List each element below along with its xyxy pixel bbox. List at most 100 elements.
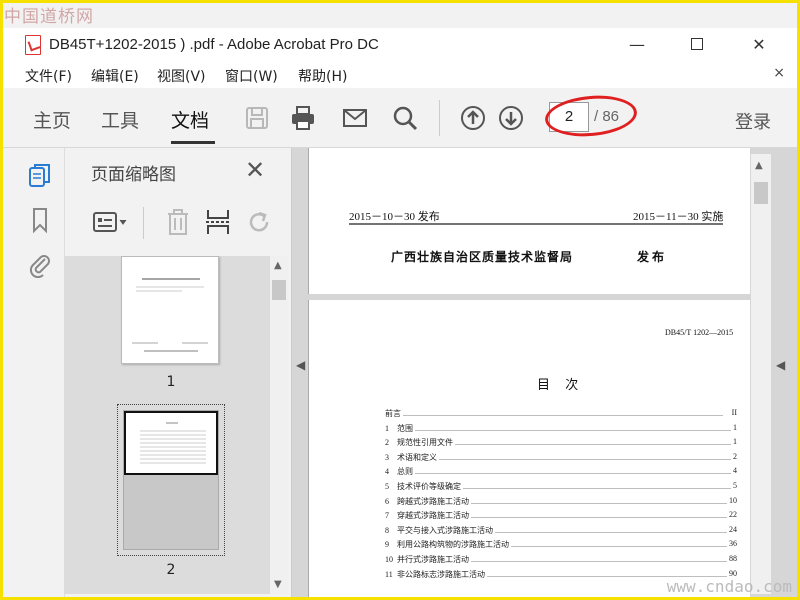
toc-leader-dots: ........................................…	[455, 438, 737, 448]
visible-area-indicator[interactable]	[124, 411, 218, 475]
toc-page-number: 10	[727, 495, 737, 505]
main-toolbar: 主页 工具 文档 2 / 86 登录	[3, 88, 797, 148]
toc-number: 9	[385, 540, 389, 550]
toc-row[interactable]: 6 跨越式涉路施工活动 .............................…	[385, 495, 737, 507]
thumbnail-scrollbar[interactable]: ▲ ▼	[270, 256, 288, 594]
menu-view[interactable]: 视图(V)	[157, 66, 206, 86]
toc-page-number: 88	[727, 554, 737, 563]
document-scrollbar[interactable]: ▲	[751, 154, 771, 594]
toc-text: 范围	[397, 423, 413, 433]
toc-number: 1	[385, 423, 389, 433]
close-panel-button[interactable]: ✕	[245, 156, 265, 184]
toc-leader-dots: ........................................…	[471, 496, 737, 506]
menu-window[interactable]: 窗口(W)	[225, 66, 278, 86]
scroll-down-icon[interactable]: ▼	[274, 579, 282, 590]
toc-page-number: 1	[731, 422, 737, 432]
toc-leader-dots: ........................................…	[471, 511, 737, 521]
scroll-up-icon[interactable]: ▲	[274, 260, 282, 271]
delete-page-icon[interactable]	[163, 207, 193, 237]
page-thumbnail-2[interactable]	[123, 410, 219, 550]
toc-text: 总则	[397, 467, 413, 477]
pages-icon[interactable]	[27, 162, 53, 190]
toc-row[interactable]: 5 技术评价等级确定 ..............................…	[385, 481, 737, 492]
toc-number: 2	[385, 438, 389, 448]
toc-text: 并行式涉路施工活动	[397, 555, 469, 564]
toc-leader-dots: ........................................…	[463, 482, 737, 491]
publisher-name: 广西壮族自治区质量技术监督局	[391, 250, 574, 264]
rotate-page-icon[interactable]	[245, 207, 275, 237]
toc-number: 4	[385, 467, 389, 477]
page-down-icon[interactable]	[497, 104, 525, 132]
watermark-top-left: 中国道桥网	[4, 7, 94, 27]
scrollbar-handle[interactable]	[272, 280, 286, 300]
toc-row[interactable]: 1 范围 ....................................…	[385, 422, 737, 434]
save-icon[interactable]	[243, 104, 271, 132]
toc-row[interactable]: 8 平交与接入式涉路施工活动 ..........................…	[385, 524, 737, 536]
toc-number: 3	[385, 452, 389, 462]
toc-leader-dots: ........................................…	[413, 423, 735, 433]
toc-row[interactable]: 2 规范性引用文件 ...............................…	[385, 437, 737, 448]
minimize-button[interactable]: —	[623, 32, 651, 58]
toc-leader-dots: ........................................…	[401, 409, 723, 418]
toc-number: 11	[385, 569, 393, 579]
toc-page-number: 36	[727, 539, 737, 549]
red-highlight-annotation	[543, 92, 639, 140]
pdf-page-2: DB45/T 1202—2015 目 次 前言 ................…	[308, 300, 750, 600]
thumbnail-1-preview	[132, 278, 208, 352]
doc-scroll-up-icon[interactable]: ▲	[755, 160, 763, 171]
title-bar: DB45T+1202-2015 ) .pdf - Adobe Acrobat P…	[3, 28, 797, 62]
toc-row[interactable]: 7 穿越式涉路施工活动 .............................…	[385, 510, 737, 521]
toc-text: 技术评价等级确定	[397, 482, 461, 491]
standard-code: DB45/T 1202—2015	[665, 328, 734, 337]
toc-number: 5	[385, 482, 389, 491]
bookmark-icon[interactable]	[27, 206, 53, 234]
print-icon[interactable]	[289, 104, 317, 132]
toc-number: 10	[385, 555, 393, 564]
document-view[interactable]: ◀ ◀ 2015－10－30 发布 2015－11－30 实施 广西壮族自治区质…	[292, 148, 797, 600]
toc-number: 7	[385, 511, 389, 521]
toc-leader-dots: ........................................…	[495, 525, 737, 535]
toc-page-number: 22	[727, 510, 737, 520]
toc-row[interactable]: 3 术语和定义 .................................…	[385, 451, 737, 463]
pdf-page-1: 2015－10－30 发布 2015－11－30 实施 广西壮族自治区质量技术监…	[308, 148, 750, 294]
mail-icon[interactable]	[341, 104, 369, 132]
toc-row[interactable]: 10 并行式涉路施工活动 ............................…	[385, 554, 737, 565]
collapse-right-arrow-icon[interactable]: ◀	[776, 358, 785, 372]
thumbnail-2-label: 2	[166, 562, 176, 578]
toc-text: 利用公路构筑物的涉路施工活动	[397, 540, 509, 550]
toc-page-number: 5	[731, 481, 737, 490]
toc-row[interactable]: 前言 .....................................…	[385, 408, 737, 419]
page-thumbnail-1[interactable]	[121, 256, 219, 364]
tab-tools[interactable]: 工具	[101, 106, 139, 133]
tab-home[interactable]: 主页	[33, 106, 71, 133]
login-button[interactable]: 登录	[735, 108, 771, 134]
menu-file[interactable]: 文件(F)	[25, 66, 72, 86]
watermark-bottom-right: www.cndao.com	[666, 577, 792, 596]
page-up-icon[interactable]	[459, 104, 487, 132]
thumbnail-list: 1 2	[65, 256, 270, 594]
toc-page-number: II	[729, 408, 737, 417]
publisher-suffix: 发 布	[637, 250, 665, 264]
close-window-button[interactable]: ✕	[745, 32, 773, 58]
page-rule-line	[349, 223, 723, 225]
toc-number: 6	[385, 496, 389, 506]
toc-title: 目 次	[537, 377, 585, 392]
toc-text: 前言	[385, 409, 401, 418]
menu-help[interactable]: 帮助(H)	[298, 66, 347, 86]
close-document-button[interactable]: ×	[773, 65, 785, 81]
search-icon[interactable]	[391, 104, 419, 132]
maximize-button[interactable]	[683, 32, 711, 58]
toc-page-number: 2	[731, 451, 737, 461]
menu-edit[interactable]: 编辑(E)	[91, 66, 139, 86]
toc-leader-dots: ........................................…	[471, 555, 737, 564]
extract-pages-icon[interactable]	[203, 207, 233, 237]
toc-row[interactable]: 9 利用公路构筑物的涉路施工活动 ........................…	[385, 539, 737, 550]
toc-page-number: 24	[727, 524, 737, 534]
tab-document[interactable]: 文档	[171, 106, 209, 133]
thumbnail-2-preview	[140, 422, 206, 464]
options-menu-icon[interactable]	[91, 207, 131, 237]
attachment-icon[interactable]	[27, 250, 53, 278]
doc-scrollbar-handle[interactable]	[754, 182, 768, 204]
toc-row[interactable]: 4 总则 ....................................…	[385, 466, 737, 477]
collapse-left-arrow-icon[interactable]: ◀	[296, 358, 305, 372]
